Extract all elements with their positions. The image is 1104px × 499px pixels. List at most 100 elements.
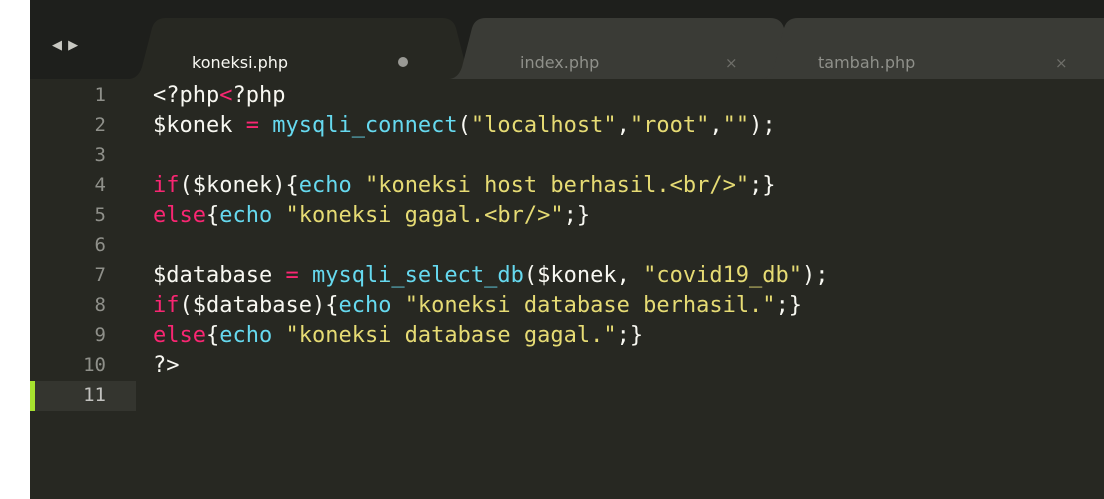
tab-shape (760, 18, 1104, 79)
code-token: ;} (775, 293, 803, 318)
tab-index-php[interactable]: index.php × (448, 18, 808, 79)
current-line-marker (30, 381, 35, 411)
code-token: { (205, 323, 220, 348)
code-token: "koneksi database berhasil." (404, 293, 776, 318)
code-token: = (285, 263, 299, 288)
code-token: if (153, 293, 180, 318)
code-token: ($database){ (179, 293, 339, 318)
code-text: if($database){echo "koneksi database ber… (153, 293, 802, 318)
code-token: "koneksi gagal.<br/>" (285, 203, 564, 228)
code-line[interactable]: 10 ?> (30, 351, 1104, 381)
code-line[interactable]: 5 else{echo "koneksi gagal.<br/>";} (30, 201, 1104, 231)
code-editor[interactable]: 1 <?php<?php 2 $konek = mysqli_connect("loc… (30, 79, 1104, 499)
close-icon[interactable]: × (725, 54, 738, 72)
code-token: "koneksi database gagal." (285, 323, 617, 348)
code-line[interactable]: 1 <?php<?php (30, 81, 1104, 111)
tab-label: index.php (520, 53, 600, 72)
code-text: ?> (153, 353, 180, 378)
line-gutter: 6 (30, 231, 136, 261)
code-token: < (219, 83, 233, 108)
code-token: else (153, 323, 206, 348)
line-gutter: 1 (30, 81, 136, 111)
code-token: ($konek){ (179, 173, 299, 198)
line-number: 4 (94, 174, 106, 196)
code-token: ( (457, 113, 471, 138)
code-token: if (153, 173, 180, 198)
line-number: 11 (83, 384, 106, 406)
line-gutter: 4 (30, 171, 136, 201)
line-number: 5 (94, 204, 106, 226)
close-icon[interactable]: × (1055, 54, 1068, 72)
tab-label: tambah.php (818, 53, 916, 72)
code-token: , (616, 113, 630, 138)
code-line[interactable]: 8 if($database){echo "koneksi database be… (30, 291, 1104, 321)
code-token: , (709, 113, 723, 138)
tab-shape (448, 18, 808, 79)
code-token: "covid19_db" (643, 263, 803, 288)
tab-navigation-arrows[interactable]: ◀ ▶ (52, 38, 79, 53)
code-token: $database (153, 263, 286, 288)
code-text: else{echo "koneksi database gagal.";} (153, 323, 643, 348)
line-number: 10 (83, 354, 106, 376)
code-token: echo (219, 203, 273, 228)
line-number: 6 (94, 234, 106, 256)
code-token: ;} (616, 323, 644, 348)
line-gutter: 5 (30, 201, 136, 231)
line-gutter: 8 (30, 291, 136, 321)
line-gutter: 7 (30, 261, 136, 291)
code-text: $database = mysqli_select_db($konek, "co… (153, 263, 829, 288)
code-token: echo (338, 293, 392, 318)
code-text: else{echo "koneksi gagal.<br/>";} (153, 203, 590, 228)
line-number: 9 (94, 324, 106, 346)
line-number: 7 (94, 264, 106, 286)
tab-label: koneksi.php (192, 53, 289, 72)
code-token: ;} (749, 173, 776, 198)
code-token: ); (749, 113, 776, 138)
code-token: <?php (153, 83, 220, 108)
line-gutter: 10 (30, 351, 136, 381)
code-token: { (205, 203, 220, 228)
code-token: ); (802, 263, 829, 288)
code-token: "root" (629, 113, 710, 138)
code-line[interactable]: 3 (30, 141, 1104, 171)
code-token: echo (219, 323, 273, 348)
line-gutter: 2 (30, 111, 136, 141)
tab-tambah-php[interactable]: tambah.php × (760, 18, 1104, 79)
code-token: ($konek, (523, 263, 644, 288)
code-token: mysqli_connect (272, 113, 458, 138)
code-token: ;} (563, 203, 591, 228)
line-gutter: 9 (30, 321, 136, 351)
code-token: "" (722, 113, 750, 138)
line-gutter: 3 (30, 141, 136, 171)
code-token: echo (298, 173, 352, 198)
line-number: 3 (94, 144, 106, 166)
tab-koneksi-php[interactable]: koneksi.php (128, 18, 480, 79)
unsaved-dot-icon[interactable] (398, 57, 408, 67)
code-token: "localhost" (470, 113, 617, 138)
code-token: ?php (232, 83, 286, 108)
code-text: $konek = mysqli_connect("localhost","roo… (153, 113, 776, 138)
code-token: = (245, 113, 259, 138)
code-token: else (153, 203, 206, 228)
code-line[interactable]: 9 else{echo "koneksi database gagal.";} (30, 321, 1104, 351)
code-line[interactable]: 2 $konek = mysqli_connect("localhost","ro… (30, 111, 1104, 141)
code-token: $konek (153, 113, 246, 138)
tab-bar: ◀ ▶ koneksi.php index.php × tambah.php × (30, 0, 1104, 79)
line-number: 8 (94, 294, 106, 316)
code-line[interactable]: 6 (30, 231, 1104, 261)
line-number: 1 (94, 84, 106, 106)
code-line[interactable]: 4 if($konek){echo "koneksi host berhasil.… (30, 171, 1104, 201)
tab-shape (128, 18, 480, 79)
code-token: mysqli_select_db (311, 263, 524, 288)
editor-window: ◀ ▶ koneksi.php index.php × tambah.php ×… (30, 0, 1104, 499)
code-text: <?php<?php (153, 83, 285, 108)
code-line[interactable]: 7 $database = mysqli_select_db($konek, "c… (30, 261, 1104, 291)
code-line[interactable]: 11 (30, 381, 1104, 411)
code-token: ?> (153, 353, 180, 378)
